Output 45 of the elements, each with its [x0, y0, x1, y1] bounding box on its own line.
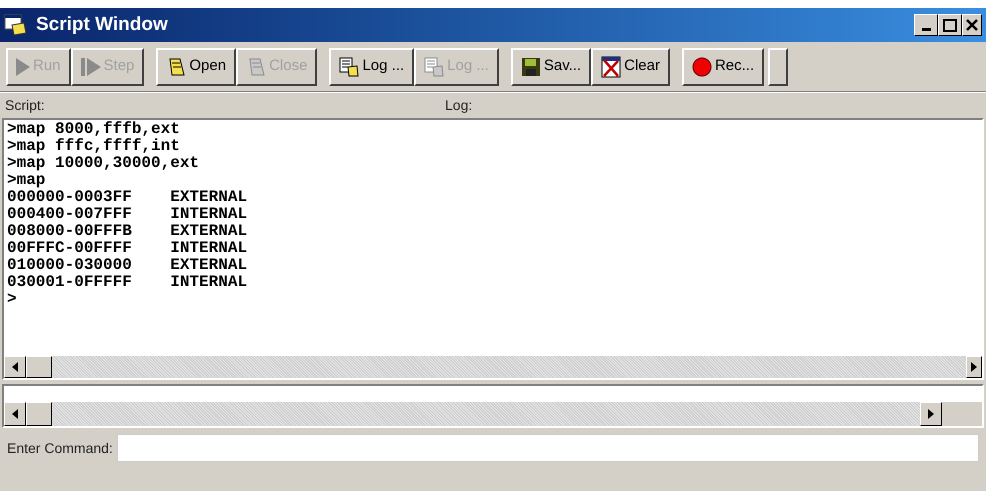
clear-icon — [601, 56, 622, 78]
close-button[interactable] — [962, 14, 982, 36]
toolbar-button[interactable]: Open — [156, 48, 236, 86]
script-line: 030001-0FFFFF INTERNAL — [7, 274, 248, 291]
script-line: 000000-0003FF EXTERNAL — [7, 189, 248, 206]
scroll-right-button[interactable] — [966, 356, 982, 378]
horizontal-scrollbar[interactable] — [4, 356, 982, 378]
toolbar-button[interactable]: Sav... — [510, 48, 592, 86]
record-icon — [692, 56, 712, 76]
window-title: Script Window — [36, 12, 168, 37]
scroll-thumb[interactable] — [26, 402, 52, 426]
script-line: >map 8000,fffb,ext — [7, 121, 181, 138]
script-line: >map 10000,30000,ext — [7, 155, 200, 172]
log-icon — [339, 56, 360, 76]
scroll-right-button[interactable] — [920, 402, 942, 426]
script-line: 000400-007FFF INTERNAL — [7, 206, 248, 223]
script-label: Script: — [5, 96, 46, 115]
script-line: 010000-030000 EXTERNAL — [7, 257, 248, 274]
minimize-button[interactable] — [914, 14, 938, 36]
script-line: >map — [7, 172, 46, 189]
scroll-left-button[interactable] — [4, 402, 26, 426]
play-icon — [16, 58, 30, 76]
command-label: Enter Command: — [7, 438, 113, 458]
left-arrow-icon — [12, 409, 18, 419]
toolbar-button[interactable]: Clear — [591, 48, 670, 86]
log-icon — [424, 56, 444, 76]
maximize-button[interactable] — [938, 14, 962, 36]
toolbar-button[interactable]: Log ... — [329, 48, 414, 86]
script-line: 008000-00FFFB EXTERNAL — [7, 223, 248, 240]
script-line: > — [7, 291, 18, 308]
toolbar-button[interactable]: Rec... — [682, 48, 764, 86]
right-arrow-icon — [971, 362, 977, 372]
scroll-left-button[interactable] — [4, 356, 26, 378]
window-icon — [4, 13, 28, 37]
left-arrow-icon — [12, 362, 18, 372]
right-arrow-icon — [928, 409, 934, 419]
close-icon — [966, 19, 978, 31]
horizontal-scrollbar[interactable] — [4, 402, 942, 426]
command-field[interactable] — [116, 434, 979, 462]
script-line: >map fffc,ffff,int — [7, 138, 181, 155]
script-line: 00FFFC-00FFFF INTERNAL — [7, 240, 248, 257]
scroll-thumb[interactable] — [26, 356, 52, 378]
step-icon — [80, 58, 101, 76]
toolbar-button[interactable] — [768, 48, 788, 86]
log-label: Log: — [445, 96, 472, 115]
